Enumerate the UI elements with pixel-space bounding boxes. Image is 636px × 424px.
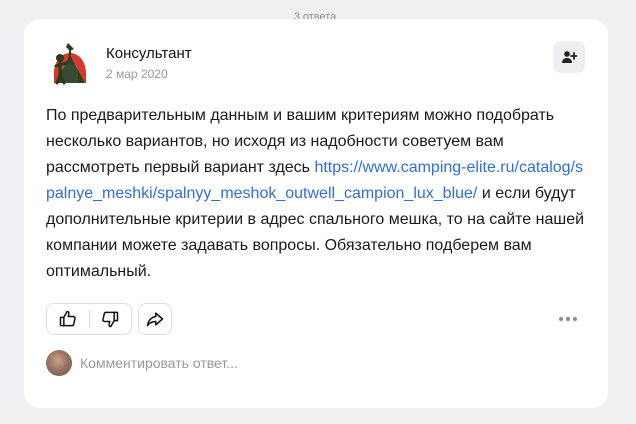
thumbs-down-icon <box>102 311 119 328</box>
answer-date: 2 мар 2020 <box>106 67 168 81</box>
dislike-button[interactable] <box>90 304 132 334</box>
author-avatar[interactable] <box>46 39 94 87</box>
answer-card: Консультант 2 мар 2020 По предварительны… <box>24 19 608 408</box>
author-name[interactable]: Консультант <box>106 45 192 62</box>
thumbs-up-icon <box>59 310 76 327</box>
add-user-icon <box>562 51 577 63</box>
more-dots-icon <box>559 317 577 321</box>
comment-input[interactable] <box>80 352 380 374</box>
author-logo-icon <box>54 43 86 85</box>
vote-group <box>46 303 132 335</box>
answer-text: По предварительным данным и вашим критер… <box>46 103 591 285</box>
share-icon <box>146 312 164 327</box>
like-button[interactable] <box>47 304 89 334</box>
follow-author-button[interactable] <box>553 41 585 73</box>
more-options-button[interactable] <box>555 311 581 327</box>
current-user-avatar <box>46 350 72 376</box>
share-button[interactable] <box>138 303 172 335</box>
